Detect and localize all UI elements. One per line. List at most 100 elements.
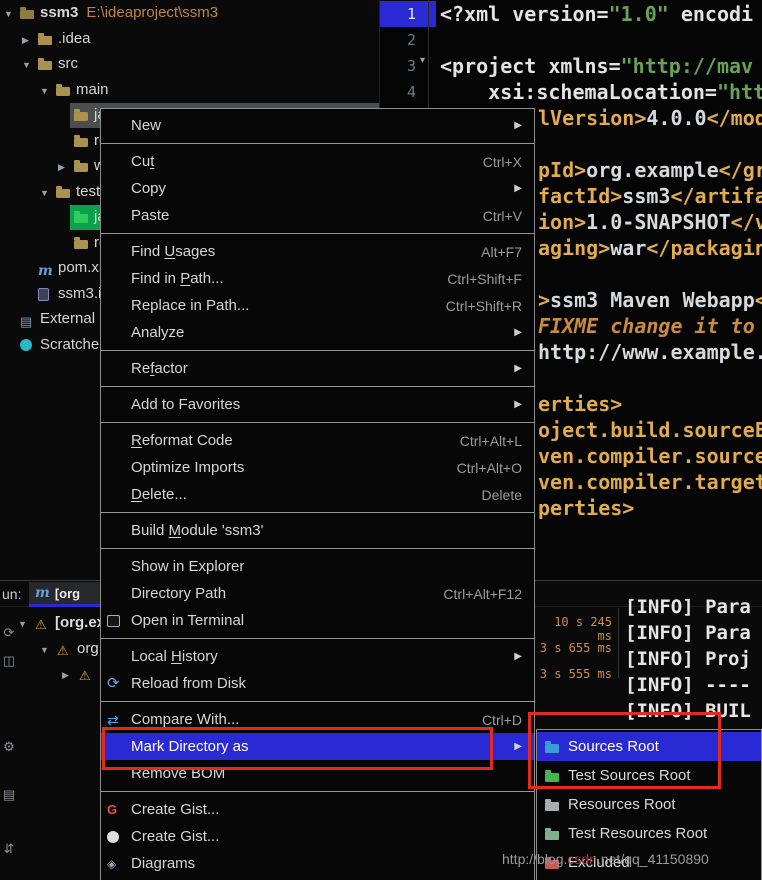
folder-icon xyxy=(74,163,88,172)
tree-item-icon xyxy=(74,135,88,147)
menu-item-find-in-path[interactable]: Find in Path...Ctrl+Shift+F xyxy=(101,265,534,292)
menu-item-new[interactable]: New▶ xyxy=(101,112,534,139)
tree-item-name: test xyxy=(76,183,100,200)
submenu-item-resources-root[interactable]: Resources Root xyxy=(537,790,761,819)
menu-item-label: Build Module 'ssm3' xyxy=(131,522,263,539)
maven-icon: m xyxy=(38,263,53,279)
menu-item-replace-in-path[interactable]: Replace in Path...Ctrl+Shift+R xyxy=(101,292,534,319)
run-tab-label: [org xyxy=(55,586,80,601)
iml-icon xyxy=(38,288,49,301)
menu-shortcut: Ctrl+V xyxy=(483,208,522,224)
code-line: ven.compiler.target xyxy=(538,469,762,495)
menu-item-paste[interactable]: Paste Ctrl+V xyxy=(101,202,534,229)
submenu-item-test-resources-root[interactable]: Test Resources Root xyxy=(537,819,761,848)
code-segment: FIXME change it to xyxy=(538,314,755,338)
code-segment: </v xyxy=(731,210,762,234)
menu-item-diagrams[interactable]: ◈Diagrams xyxy=(101,850,534,877)
code-line: perties> xyxy=(538,495,634,521)
tree-item-icon xyxy=(38,288,49,301)
menu-item-analyze[interactable]: Analyze▶ xyxy=(101,319,534,346)
elapsed-time: 3 s 555 ms xyxy=(536,667,612,681)
chevron-down-icon[interactable]: ▼ xyxy=(40,188,49,198)
code-segment: "http xyxy=(717,80,762,104)
folder-icon xyxy=(38,61,52,70)
folder-icon xyxy=(38,36,52,45)
tree-row-main[interactable]: ▼main xyxy=(0,78,380,103)
menu-item-reformat-code[interactable]: Reformat CodeCtrl+Alt+L xyxy=(101,427,534,454)
menu-item-label: Directory Path xyxy=(131,585,226,602)
menu-item-find-usages[interactable]: Find UsagesAlt+F7 xyxy=(101,238,534,265)
folder-icon xyxy=(20,10,34,19)
code-line: http://www.example. xyxy=(538,339,762,365)
chevron-down-icon[interactable]: ▼ xyxy=(40,645,49,655)
elapsed-time: 10 s 245 ms xyxy=(536,615,612,643)
code-segment: xsi:schemaLocation= xyxy=(440,80,717,104)
code-line: FIXME change it to xyxy=(538,313,755,339)
chevron-right-icon[interactable]: ▶ xyxy=(22,35,29,46)
menu-item-create-gist[interactable]: GCreate Gist... xyxy=(101,796,534,823)
menu-shortcut: Ctrl+X xyxy=(483,154,522,170)
watermark-text: .net/qq_41150890 xyxy=(597,851,709,867)
menu-separator xyxy=(101,386,534,387)
menu-item-label: Cut xyxy=(131,153,154,170)
menu-item-delete[interactable]: Delete...Delete xyxy=(101,481,534,508)
code-segment: > xyxy=(538,288,550,312)
line-number: 3 xyxy=(380,53,416,79)
menu-item-optimize-imports[interactable]: Optimize ImportsCtrl+Alt+O xyxy=(101,454,534,481)
fold-marker-icon[interactable]: ▾ xyxy=(420,55,425,66)
annotation-box-submenu xyxy=(528,712,721,789)
folder-icon xyxy=(545,831,559,840)
menu-item-open-in-terminal[interactable]: Open in Terminal xyxy=(101,607,534,634)
code-line: lVersion>4.0.0</mod xyxy=(538,105,762,131)
code-segment: ssm3 Maven Webapp xyxy=(550,288,755,312)
compare-icon-slot: ⇄ xyxy=(107,713,131,727)
code-segment: aging> xyxy=(538,236,610,260)
menu-separator xyxy=(101,350,534,351)
menu-shortcut: Ctrl+D xyxy=(482,712,522,728)
menu-item-refactor[interactable]: Refactor▶ xyxy=(101,355,534,382)
tree-item-name: ssm3 xyxy=(40,4,78,21)
chevron-down-icon[interactable]: ▼ xyxy=(4,9,13,19)
run-item-icon: ⚠ xyxy=(79,667,91,684)
menu-item-copy[interactable]: Copy▶ xyxy=(101,175,534,202)
chevron-down-icon[interactable]: ▼ xyxy=(18,619,27,629)
code-segment: 4.0.0 xyxy=(646,106,706,130)
menu-item-local-history[interactable]: Local History▶ xyxy=(101,643,534,670)
run-tab[interactable]: m [org xyxy=(29,582,102,607)
menu-item-build-module-ssm3[interactable]: Build Module 'ssm3' xyxy=(101,517,534,544)
chevron-right-icon[interactable]: ▶ xyxy=(62,670,69,681)
submenu-arrow-icon: ▶ xyxy=(514,183,522,194)
menu-item-show-in-explorer[interactable]: Show in Explorer xyxy=(101,553,534,580)
watermark-text: http://blog. xyxy=(502,851,567,867)
chevron-down-icon[interactable]: ▼ xyxy=(22,60,31,70)
code-segment: ssm3 xyxy=(622,184,670,208)
tree-row-src[interactable]: ▼src xyxy=(0,52,380,77)
menu-item-label: Paste xyxy=(131,207,169,224)
menu-item-label: Show in Explorer xyxy=(131,558,244,575)
submenu-arrow-icon: ▶ xyxy=(514,651,522,662)
console-line: [INFO] Para xyxy=(625,620,751,646)
menu-item-create-gist[interactable]: Create Gist... xyxy=(101,823,534,850)
code-segment: </artifa xyxy=(670,184,762,208)
submenu-arrow-icon: ▶ xyxy=(514,120,522,131)
code-segment: ion> xyxy=(538,210,586,234)
code-segment: encodi xyxy=(669,2,753,26)
code-line: xsi:schemaLocation="http xyxy=(440,79,762,105)
maven-icon: m xyxy=(35,586,50,600)
console-line: [INFO] Proj xyxy=(625,646,751,672)
menu-item-reload-from-disk[interactable]: ⟳Reload from Disk xyxy=(101,670,534,697)
menu-item-directory-path[interactable]: Directory PathCtrl+Alt+F12 xyxy=(101,580,534,607)
scroll-icon[interactable]: ⇵ xyxy=(1,841,17,857)
menu-shortcut: Ctrl+Alt+L xyxy=(460,433,522,449)
settings-icon[interactable]: ⚙ xyxy=(1,739,17,755)
folder-icon xyxy=(74,240,88,249)
code-line: oject.build.sourceE xyxy=(538,417,762,443)
list-icon[interactable]: ▤ xyxy=(1,787,17,803)
menu-item-cut[interactable]: Cut Ctrl+X xyxy=(101,148,534,175)
chevron-right-icon[interactable]: ▶ xyxy=(58,162,65,173)
chevron-down-icon[interactable]: ▼ xyxy=(40,86,49,96)
code-segment: </gr xyxy=(719,158,762,182)
tree-row-idea[interactable]: ▶.idea xyxy=(0,27,380,52)
tree-row-ssm3[interactable]: ▼ssm3E:\ideaproject\ssm3 xyxy=(0,1,380,26)
menu-item-add-to-favorites[interactable]: Add to Favorites▶ xyxy=(101,391,534,418)
